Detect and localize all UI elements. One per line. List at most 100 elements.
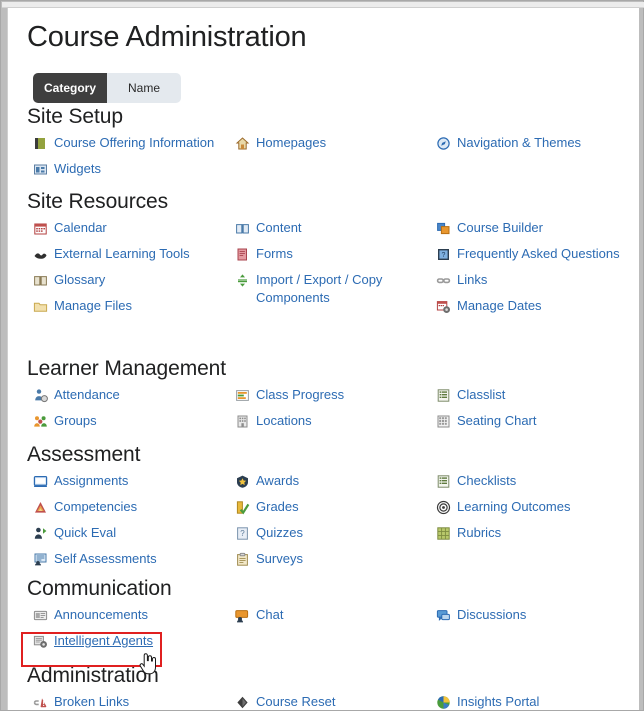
tool-link[interactable]: Intelligent Agents <box>54 632 153 650</box>
locations-icon <box>235 414 250 429</box>
tool-link-row[interactable]: Insights Portal <box>436 693 636 710</box>
tool-link-row[interactable]: Import / Export / Copy Components <box>235 271 435 307</box>
tool-link[interactable]: Announcements <box>54 606 148 624</box>
self-assessments-icon <box>33 552 48 567</box>
tool-link[interactable]: Quick Eval <box>54 524 116 542</box>
course-reset-icon <box>235 695 250 710</box>
tool-link[interactable]: Content <box>256 219 302 237</box>
tool-link-row[interactable]: Navigation & Themes <box>436 134 636 159</box>
tool-link-row[interactable]: Course Builder <box>436 219 636 244</box>
tool-link[interactable]: Widgets <box>54 160 101 178</box>
tool-link-row[interactable]: Forms <box>235 245 435 270</box>
tool-link-row[interactable]: Learning Outcomes <box>436 498 636 523</box>
tool-link[interactable]: Frequently Asked Questions <box>457 245 620 263</box>
column-2: Chat <box>235 606 435 632</box>
tool-link-row[interactable]: Broken Links <box>33 693 233 710</box>
tool-link[interactable]: Groups <box>54 412 97 430</box>
tool-link[interactable]: Insights Portal <box>457 693 539 710</box>
column-1: Announcements Intelligent Agents <box>33 606 233 658</box>
tool-link[interactable]: Manage Files <box>54 297 132 315</box>
tool-link-row[interactable]: Links <box>436 271 636 296</box>
tool-link-row[interactable]: ? Quizzes <box>235 524 435 549</box>
tool-link-row[interactable]: Locations <box>235 412 435 437</box>
tool-link-row[interactable]: Intelligent Agents <box>33 632 233 657</box>
calendar-icon <box>33 221 48 236</box>
tool-link[interactable]: Checklists <box>457 472 516 490</box>
tool-link-row[interactable]: Class Progress <box>235 386 435 411</box>
toggle-category-button[interactable]: Category <box>33 73 107 103</box>
course-offering-information-icon <box>33 136 48 151</box>
tool-link-row[interactable]: Rubrics <box>436 524 636 549</box>
tool-link[interactable]: Rubrics <box>457 524 501 542</box>
tool-link-row[interactable]: Course Offering Information <box>33 134 233 159</box>
tool-link-row[interactable]: Quick Eval <box>33 524 233 549</box>
manage-files-icon <box>33 299 48 314</box>
toggle-name-button[interactable]: Name <box>107 73 181 103</box>
tool-link[interactable]: Class Progress <box>256 386 344 404</box>
tool-link[interactable]: Chat <box>256 606 283 624</box>
tool-link[interactable]: Manage Dates <box>457 297 542 315</box>
column-1: Calendar External Learning Tools Glossary M… <box>33 219 233 323</box>
column-2: Content Forms Import / Export / Copy Compo… <box>235 219 435 308</box>
learning-outcomes-icon <box>436 500 451 515</box>
tool-link-row[interactable]: Discussions <box>436 606 636 631</box>
tool-link[interactable]: Attendance <box>54 386 120 404</box>
tool-link-row[interactable]: Widgets <box>33 160 233 185</box>
tool-link[interactable]: Forms <box>256 245 293 263</box>
tool-link-row[interactable]: Calendar <box>33 219 233 244</box>
tool-link-row[interactable]: Announcements <box>33 606 233 631</box>
tool-link[interactable]: Awards <box>256 472 299 490</box>
tool-link[interactable]: Discussions <box>457 606 526 624</box>
tool-link[interactable]: Broken Links <box>54 693 129 710</box>
tool-link[interactable]: Course Builder <box>457 219 543 237</box>
tool-link-row[interactable]: Chat <box>235 606 435 631</box>
tool-link-row[interactable]: Course Reset <box>235 693 435 710</box>
tool-link-row[interactable]: Manage Files <box>33 297 233 322</box>
competencies-icon <box>33 500 48 515</box>
tool-link[interactable]: Links <box>457 271 487 289</box>
svg-text:?: ? <box>442 252 446 259</box>
tool-link-row[interactable]: Competencies <box>33 498 233 523</box>
tool-link[interactable]: Quizzes <box>256 524 303 542</box>
faq-icon: ? <box>436 247 451 262</box>
tool-link-row[interactable]: Awards <box>235 472 435 497</box>
tool-link-row[interactable]: Homepages <box>235 134 435 159</box>
tool-link-row[interactable]: Self Assessments <box>33 550 233 575</box>
sort-toggle-group[interactable]: Category Name <box>33 73 181 103</box>
tool-link[interactable]: Course Offering Information <box>54 134 214 152</box>
tool-link[interactable]: External Learning Tools <box>54 245 190 263</box>
tool-link-row[interactable]: Groups <box>33 412 233 437</box>
tool-link-row[interactable]: ? Frequently Asked Questions <box>436 245 636 270</box>
grades-icon <box>235 500 250 515</box>
tool-link[interactable]: Assignments <box>54 472 128 490</box>
tool-link[interactable]: Grades <box>256 498 299 516</box>
tool-link-row[interactable]: Grades <box>235 498 435 523</box>
tool-link-row[interactable]: Glossary <box>33 271 233 296</box>
tool-link-row[interactable]: Checklists <box>436 472 636 497</box>
tool-link[interactable]: Surveys <box>256 550 303 568</box>
tool-link[interactable]: Locations <box>256 412 312 430</box>
quizzes-icon: ? <box>235 526 250 541</box>
tool-link[interactable]: Import / Export / Copy Components <box>256 271 435 307</box>
tool-link-row[interactable]: Seating Chart <box>436 412 636 437</box>
tool-link-row[interactable]: External Learning Tools <box>33 245 233 270</box>
tool-link[interactable]: Self Assessments <box>54 550 157 568</box>
tool-link[interactable]: Competencies <box>54 498 137 516</box>
tool-link-row[interactable]: Manage Dates <box>436 297 636 322</box>
tool-link[interactable]: Homepages <box>256 134 326 152</box>
tool-link[interactable]: Calendar <box>54 219 107 237</box>
tool-link[interactable]: Classlist <box>457 386 505 404</box>
column-3: Course Builder? Frequently Asked Question… <box>436 219 636 323</box>
tool-link[interactable]: Glossary <box>54 271 105 289</box>
tool-link-row[interactable]: Assignments <box>33 472 233 497</box>
forms-icon <box>235 247 250 262</box>
tool-link-row[interactable]: Content <box>235 219 435 244</box>
tool-link-row[interactable]: Attendance <box>33 386 233 411</box>
tool-link[interactable]: Seating Chart <box>457 412 537 430</box>
tool-link[interactable]: Learning Outcomes <box>457 498 570 516</box>
tool-link-row[interactable]: Surveys <box>235 550 435 575</box>
groups-icon <box>33 414 48 429</box>
tool-link[interactable]: Course Reset <box>256 693 335 710</box>
tool-link-row[interactable]: Classlist <box>436 386 636 411</box>
tool-link[interactable]: Navigation & Themes <box>457 134 581 152</box>
